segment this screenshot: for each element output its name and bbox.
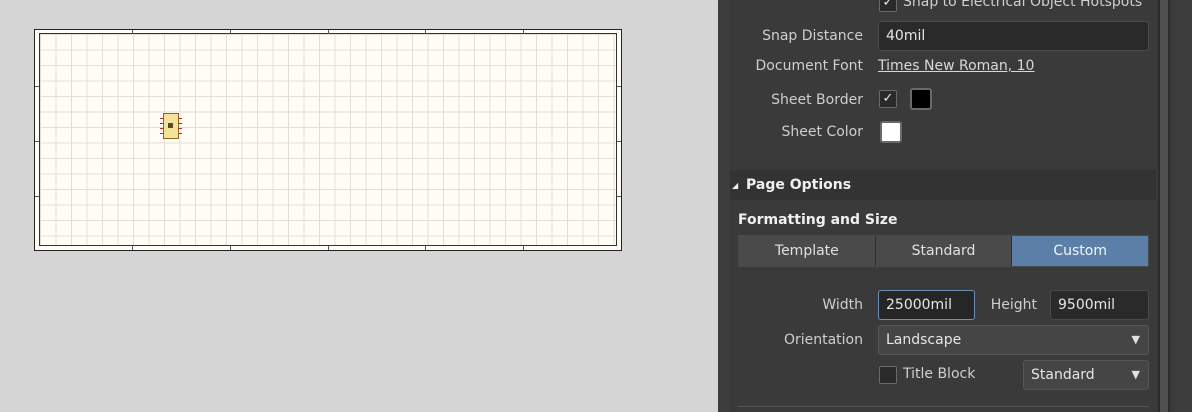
title-block-label: Title Block: [903, 366, 976, 382]
document-font-label: Document Font: [755, 58, 863, 74]
height-label: Height: [990, 297, 1037, 313]
snap-hotspots-checkbox[interactable]: ✓: [879, 0, 897, 12]
panel-scrollbar[interactable]: [1158, 0, 1170, 412]
zone-tick: [328, 30, 329, 34]
sheet-border-checkbox[interactable]: ✓: [879, 90, 897, 108]
orientation-dropdown[interactable]: Landscape ▼: [878, 325, 1149, 355]
scrollbar-thumb[interactable]: [1160, 0, 1168, 412]
chevron-down-icon: ▼: [1131, 333, 1140, 346]
title-block-dropdown[interactable]: Standard ▼: [1023, 360, 1149, 390]
zone-tick: [617, 141, 621, 142]
sheet-color-swatch[interactable]: [880, 121, 902, 143]
zone-tick: [523, 246, 524, 250]
width-label: Width: [822, 297, 863, 313]
snap-hotspots-label: Snap to Electrical Object Hotspots: [903, 0, 1143, 10]
zone-tick: [35, 86, 39, 87]
zone-tick: [617, 86, 621, 87]
schematic-sheet[interactable]: [34, 29, 622, 251]
custom-mode-button[interactable]: Custom: [1012, 236, 1149, 266]
sheet-color-label: Sheet Color: [781, 124, 863, 140]
title-block-checkbox[interactable]: [879, 366, 897, 384]
page-options-title: Page Options: [746, 177, 852, 193]
zone-tick: [132, 30, 133, 34]
zone-tick: [617, 196, 621, 197]
orientation-label: Orientation: [783, 332, 863, 348]
zone-tick: [425, 30, 426, 34]
sheet-border-label: Sheet Border: [771, 92, 863, 108]
zone-tick: [425, 246, 426, 250]
zone-tick: [523, 30, 524, 34]
formatting-size-title: Formatting and Size: [738, 212, 898, 228]
height-input[interactable]: 9500mil: [1050, 290, 1149, 320]
zone-tick: [230, 246, 231, 250]
zone-tick: [328, 246, 329, 250]
width-input[interactable]: 25000mil: [878, 290, 975, 320]
title-block-value: Standard: [1031, 367, 1095, 383]
collapse-icon: ◢: [732, 181, 739, 190]
schematic-canvas[interactable]: [0, 0, 718, 412]
section-divider: [738, 406, 1149, 407]
snap-distance-input[interactable]: 40mil: [878, 21, 1149, 51]
document-font-link[interactable]: Times New Roman, 10: [878, 58, 1034, 74]
page-size-mode-selector: Template Standard Custom: [738, 235, 1149, 267]
zone-tick: [230, 30, 231, 34]
sheet-grid: [39, 33, 617, 246]
sheet-border-color-swatch[interactable]: [910, 88, 932, 110]
schematic-component[interactable]: [160, 113, 182, 139]
standard-mode-button[interactable]: Standard: [875, 236, 1013, 266]
chevron-down-icon: ▼: [1131, 368, 1140, 381]
orientation-value: Landscape: [886, 332, 962, 348]
snap-distance-label: Snap Distance: [762, 28, 863, 44]
zone-tick: [35, 141, 39, 142]
zone-tick: [35, 196, 39, 197]
template-mode-button[interactable]: Template: [739, 236, 876, 266]
zone-tick: [132, 246, 133, 250]
page-options-header[interactable]: ◢ Page Options: [730, 170, 1156, 200]
